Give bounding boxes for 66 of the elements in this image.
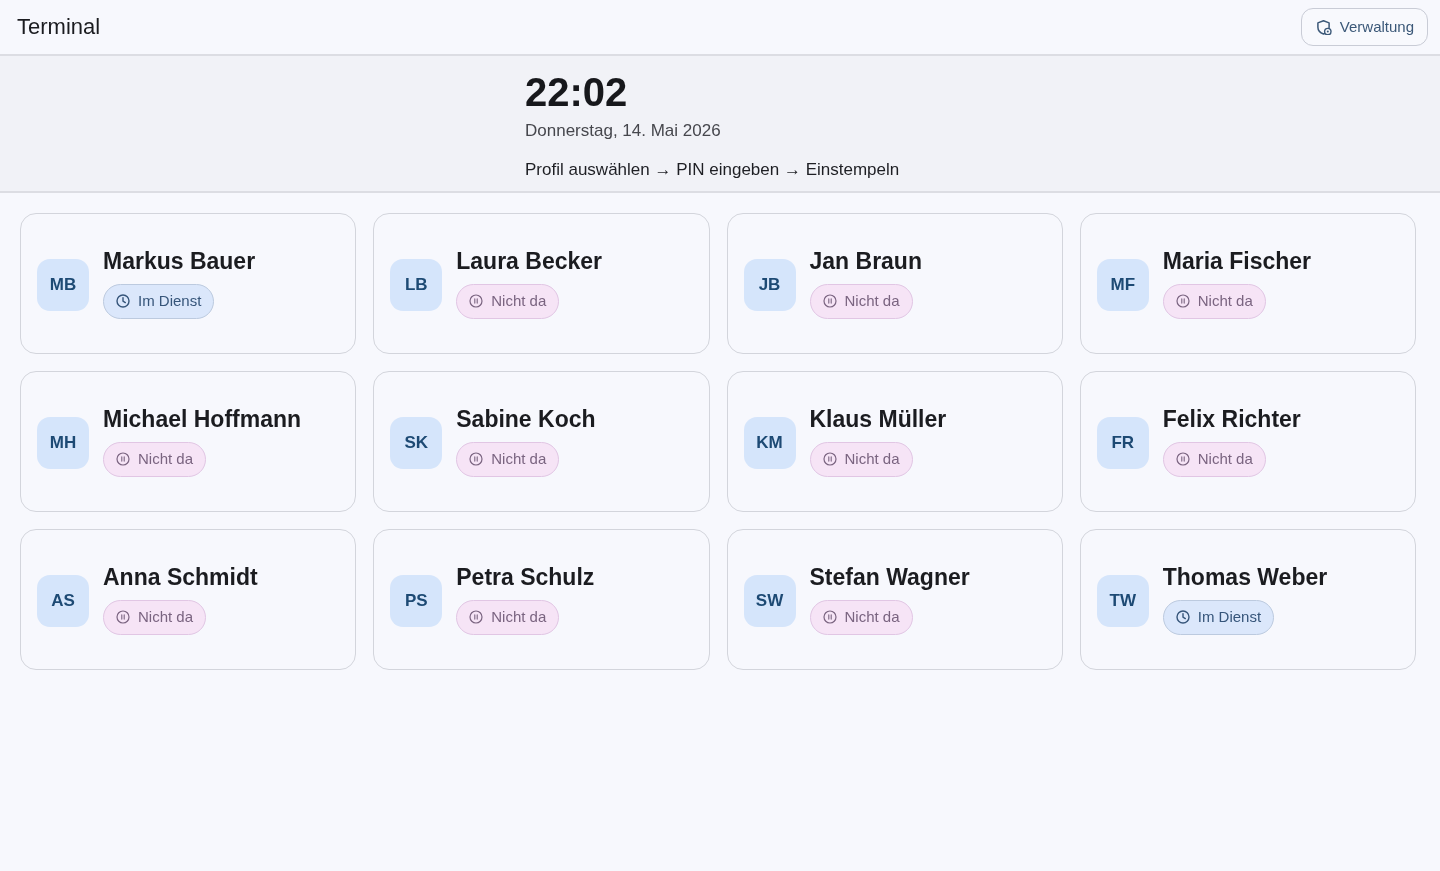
pause-icon [1175,452,1190,467]
pause-icon [469,294,484,309]
employee-card[interactable]: MB Markus Bauer Im Dienst [20,213,357,354]
employee-card[interactable]: AS Anna Schmidt Nicht da [20,529,357,670]
employee-name: Petra Schulz [456,564,595,592]
clock-icon [116,294,130,309]
employee-card[interactable]: LB Laura Becker Nicht da [373,213,710,354]
pause-icon [822,610,837,625]
employee-card[interactable]: JB Jan Braun Nicht da [726,213,1063,354]
pause-icon [116,610,130,625]
employee-name: Michael Hoffmann [103,406,302,434]
page-title: Terminal [17,13,101,41]
avatar-initials: JB [743,258,796,311]
employee-name: Laura Becker [456,248,602,276]
employee-name: Sabine Koch [456,406,596,434]
employee-name: Felix Richter [1162,406,1301,434]
employee-name: Jan Braun [809,248,922,276]
pause-icon [1175,294,1190,309]
employee-card[interactable]: TW Thomas Weber Im Dienst [1079,529,1416,670]
shield-icon [1316,19,1332,35]
status-badge: Nicht da [456,441,560,477]
employee-card[interactable]: SK Sabine Koch Nicht da [373,371,710,512]
employee-card[interactable]: FR Felix Richter Nicht da [1079,371,1416,512]
employee-card[interactable]: PS Petra Schulz Nicht da [373,529,710,670]
avatar-initials: MH [37,416,89,469]
status-badge: Nicht da [1162,441,1266,477]
employee-name: Anna Schmidt [103,564,258,592]
clock-icon [1175,610,1190,625]
status-badge: Nicht da [103,599,207,635]
avatar-initials: TW [1096,574,1149,627]
employee-card[interactable]: MF Maria Fischer Nicht da [1079,213,1416,354]
employee-name: Markus Bauer [103,248,256,276]
status-badge: Nicht da [809,599,913,635]
status-badge: Nicht da [456,283,560,319]
employee-name: Thomas Weber [1162,564,1328,592]
avatar-initials: FR [1096,416,1149,469]
employee-card[interactable]: KM Klaus Müller Nicht da [726,371,1063,512]
status-badge: Nicht da [809,441,913,477]
instructions-text: Profil auswählen → PIN eingeben → Einstempeln [525,158,901,181]
employee-card[interactable]: SW Stefan Wagner Nicht da [726,529,1063,670]
pause-icon [116,452,130,467]
avatar-initials: SW [743,574,796,627]
date-text: Donnerstag, 14. Mai 2026 [525,120,722,142]
status-badge: Nicht da [456,599,560,635]
employee-name: Klaus Müller [809,406,947,434]
status-badge: Im Dienst [1162,599,1275,635]
pause-icon [822,452,837,467]
pause-icon [469,452,484,467]
employee-name: Stefan Wagner [809,564,970,592]
avatar-initials: SK [390,416,443,469]
clock-time: 22:02 [525,70,629,114]
status-badge: Nicht da [809,283,913,319]
employee-card[interactable]: MH Michael Hoffmann Nicht da [20,371,357,512]
status-badge: Im Dienst [103,283,215,319]
avatar-initials: PS [390,574,443,627]
admin-button[interactable]: Verwaltung [1300,7,1428,47]
avatar-initials: MB [37,258,89,311]
employee-name: Maria Fischer [1162,248,1312,276]
avatar-initials: KM [743,416,796,469]
avatar-initials: LB [390,258,443,311]
pause-icon [469,610,484,625]
avatar-initials: MF [1096,258,1149,311]
status-badge: Nicht da [103,441,207,477]
status-badge: Nicht da [1162,283,1266,319]
avatar-initials: AS [37,574,89,627]
pause-icon [822,294,837,309]
